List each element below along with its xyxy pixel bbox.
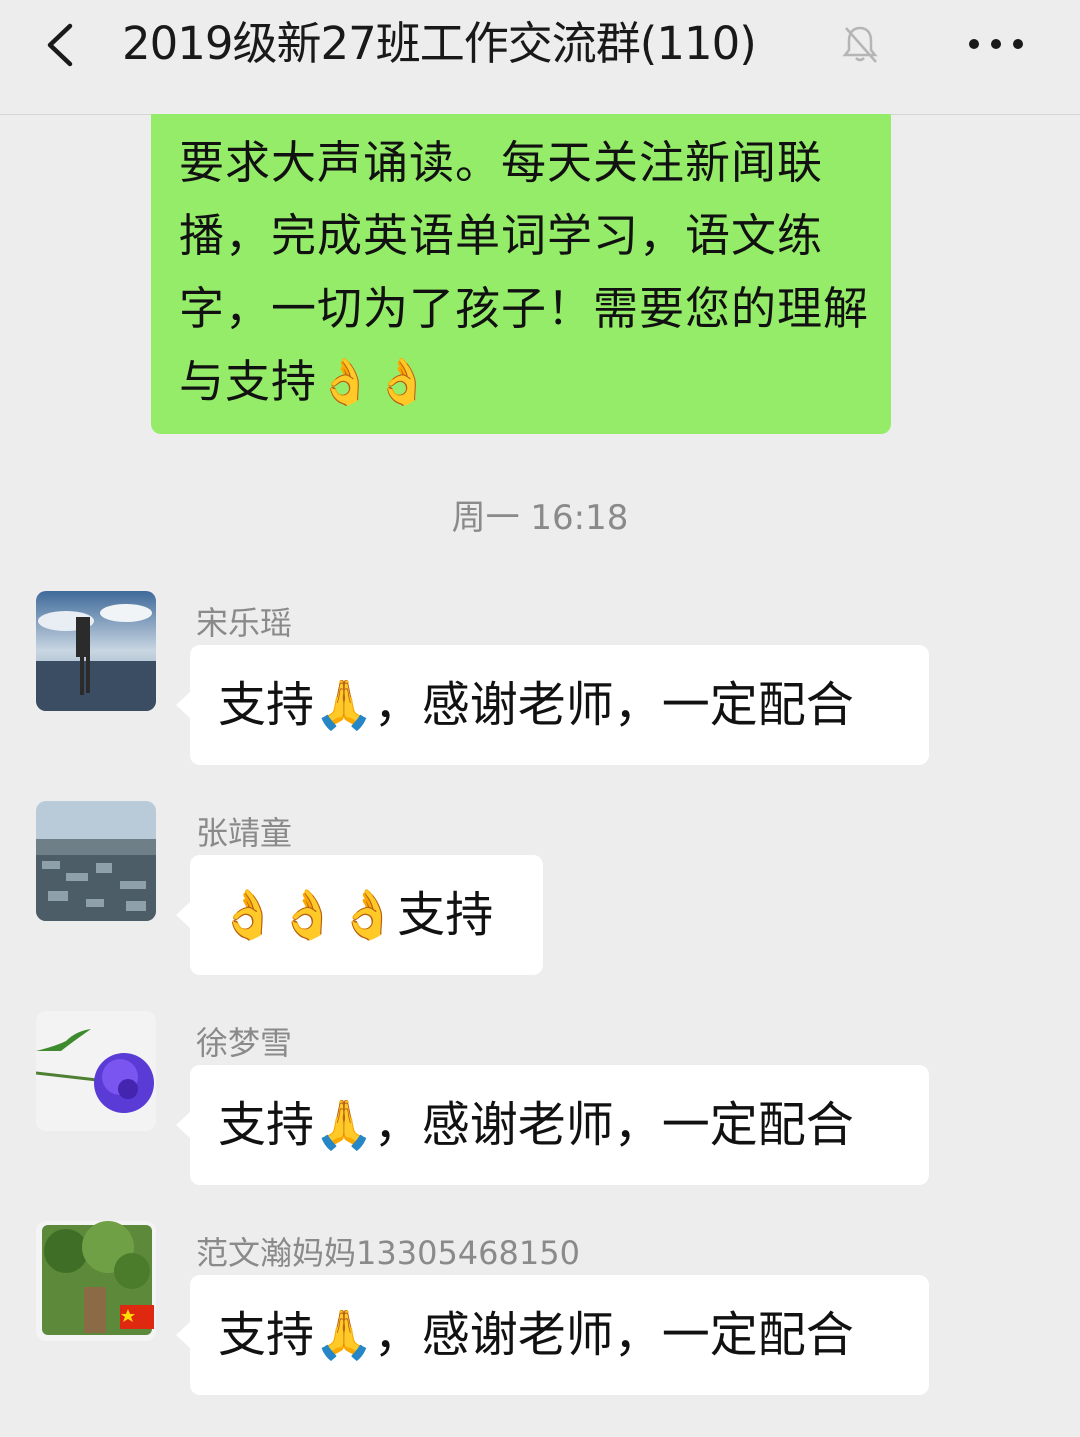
incoming-message-text: 支持🙏，感谢老师，一定配合 [218, 1307, 854, 1363]
incoming-message-bubble[interactable]: 支持🙏，感谢老师，一定配合 [176, 645, 929, 765]
incoming-message-text: 支持🙏，感谢老师，一定配合 [218, 1097, 854, 1153]
avatar-purple-rose[interactable] [36, 1011, 156, 1131]
chevron-left-icon[interactable] [38, 20, 88, 70]
avatar-tree[interactable] [36, 1221, 156, 1341]
avatar-person-lake[interactable] [36, 591, 156, 711]
incoming-message-text: 支持🙏，感谢老师，一定配合 [218, 677, 854, 733]
sender-name: 徐梦雪 [196, 1024, 293, 1062]
incoming-message-text: 👌👌👌支持 [218, 887, 494, 943]
chat-header: 2019级新27班工作交流群(110) [0, 0, 1080, 115]
ellipsis-icon[interactable] [966, 36, 1026, 52]
message-timestamp: 周一 16:18 [451, 498, 629, 538]
sender-name: 范文瀚妈妈13305468150 [196, 1234, 580, 1272]
sender-name: 张靖童 [196, 814, 293, 852]
outgoing-message-bubble[interactable]: 要求大声诵读。每天关注新闻联播，完成英语单词学习，语文练字，一切为了孩子！需要您… [151, 114, 891, 434]
avatar-city-aerial[interactable] [36, 801, 156, 921]
outgoing-message-text: 要求大声诵读。每天关注新闻联播，完成英语单词学习，语文练字，一切为了孩子！需要您… [179, 136, 870, 408]
incoming-message-bubble[interactable]: 👌👌👌支持 [176, 855, 543, 975]
bell-off-icon [842, 26, 878, 63]
incoming-message-bubble[interactable]: 支持🙏，感谢老师，一定配合 [176, 1065, 929, 1185]
incoming-message-bubble[interactable]: 支持🙏，感谢老师，一定配合 [176, 1275, 929, 1395]
chat-title: 2019级新27班工作交流群(110) [122, 17, 757, 70]
sender-name: 宋乐瑶 [196, 604, 293, 642]
